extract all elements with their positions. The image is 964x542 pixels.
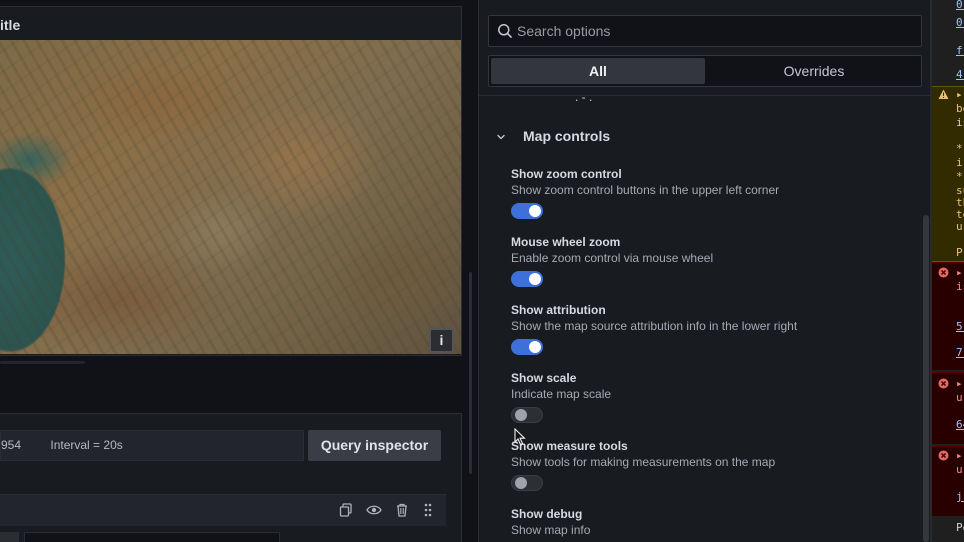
mouse-cursor-icon bbox=[514, 428, 526, 446]
show-zoom-control-toggle[interactable] bbox=[511, 203, 543, 219]
warning-icon bbox=[938, 89, 949, 99]
option-description: Enable zoom control via mouse wheel bbox=[511, 251, 714, 265]
console-expand-arrow[interactable]: ▸ bbox=[956, 377, 963, 390]
panel-title[interactable]: itle bbox=[0, 17, 20, 33]
panel-preview: itle i bbox=[0, 6, 462, 356]
toggle-knob bbox=[515, 477, 527, 489]
console-line: is bbox=[956, 116, 964, 129]
console-source-link[interactable]: 7: bbox=[956, 346, 964, 359]
option-show-zoom-control: Show zoom control Show zoom control butt… bbox=[511, 166, 911, 219]
map-info-button[interactable]: i bbox=[429, 328, 454, 353]
query-inspector-button[interactable]: Query inspector bbox=[308, 430, 441, 461]
eye-icon[interactable] bbox=[366, 503, 382, 519]
console-line: P' bbox=[956, 246, 964, 259]
option-label: Show measure tools bbox=[511, 439, 628, 453]
console-source-link[interactable]: 4: bbox=[956, 68, 964, 81]
option-description: Indicate map scale bbox=[511, 387, 612, 401]
error-icon bbox=[938, 450, 949, 461]
console-line: ir bbox=[956, 156, 964, 169]
toggle-knob bbox=[529, 341, 541, 353]
tab-all[interactable]: All bbox=[491, 58, 705, 84]
console-line: * bbox=[956, 142, 963, 155]
clipped-previous-section: . - . bbox=[575, 96, 593, 104]
console-expand-arrow[interactable]: ▸ bbox=[956, 449, 963, 462]
show-measure-tools-toggle[interactable] bbox=[511, 475, 543, 491]
option-show-scale: Show scale Indicate map scale bbox=[511, 370, 911, 423]
section-title: Map controls bbox=[523, 128, 611, 144]
console-source-link[interactable]: 5( bbox=[956, 320, 964, 333]
query-editor: 954 Interval = 20s Query inspector bbox=[0, 413, 462, 542]
drag-handle-icon[interactable] bbox=[420, 503, 436, 519]
geomap[interactable] bbox=[0, 40, 461, 354]
option-label: Show debug bbox=[511, 507, 583, 521]
search-icon bbox=[497, 23, 513, 39]
options-pane: All Overrides . - . Map controls Show zo… bbox=[478, 0, 930, 542]
option-label: Show zoom control bbox=[511, 167, 622, 181]
console-line: ur bbox=[956, 463, 964, 476]
option-mouse-wheel-zoom: Mouse wheel zoom Enable zoom control via… bbox=[511, 234, 911, 287]
option-label: Mouse wheel zoom bbox=[511, 235, 621, 249]
console-line: ur bbox=[956, 391, 964, 404]
query-option-interval: Interval = 20s bbox=[50, 438, 123, 452]
pane-resize-handle[interactable] bbox=[469, 272, 472, 474]
copy-icon[interactable] bbox=[338, 503, 354, 519]
option-show-debug: Show debug Show map info bbox=[511, 506, 911, 539]
query-row-header bbox=[0, 494, 446, 526]
console-source-link[interactable]: 0: bbox=[956, 0, 964, 11]
console-expand-arrow[interactable]: ▸ bbox=[956, 88, 963, 101]
console-source-link[interactable]: j: bbox=[956, 490, 964, 503]
option-show-attribution: Show attribution Show the map source att… bbox=[511, 302, 911, 355]
option-description: Show zoom control buttons in the upper l… bbox=[511, 183, 780, 197]
mouse-wheel-zoom-toggle[interactable] bbox=[511, 271, 543, 287]
console-line: Pe bbox=[956, 521, 964, 534]
console-line: ur bbox=[956, 220, 964, 233]
query-sub-block bbox=[0, 532, 19, 542]
options-tabs: All Overrides bbox=[488, 55, 922, 87]
error-icon bbox=[938, 378, 949, 389]
chevron-down-icon bbox=[495, 130, 507, 142]
show-attribution-toggle[interactable] bbox=[511, 339, 543, 355]
console-line: * bbox=[956, 170, 963, 183]
option-show-measure-tools: Show measure tools Show tools for making… bbox=[511, 438, 911, 491]
toggle-knob bbox=[529, 205, 541, 217]
option-label: Show attribution bbox=[511, 303, 606, 317]
option-description: Show the map source attribution info in … bbox=[511, 319, 798, 333]
tab-overrides[interactable]: Overrides bbox=[707, 58, 921, 84]
panel-editor-left: itle i 954 Interval = 20s Query inspecto… bbox=[0, 0, 472, 542]
devtools-console: 0: 0: f. 4: ▸ be is * ir * su th te ur P… bbox=[930, 0, 964, 542]
horizontal-scrollbar[interactable] bbox=[0, 361, 85, 364]
error-icon bbox=[938, 267, 949, 278]
query-option-maxdatapoints: 954 bbox=[1, 438, 22, 452]
option-description: Show map info bbox=[511, 523, 591, 537]
console-line: is bbox=[956, 280, 964, 293]
console-source-link[interactable]: f. bbox=[956, 44, 964, 57]
trash-icon[interactable] bbox=[394, 503, 410, 519]
toggle-knob bbox=[515, 409, 527, 421]
option-label: Show scale bbox=[511, 371, 577, 385]
console-expand-arrow[interactable]: ▸ bbox=[956, 266, 963, 279]
option-description: Show tools for making measurements on th… bbox=[511, 455, 776, 469]
search-box[interactable] bbox=[488, 15, 922, 47]
options-scrollbar[interactable] bbox=[923, 215, 929, 542]
console-line: be bbox=[956, 102, 964, 115]
console-source-link[interactable]: 64 bbox=[956, 418, 964, 431]
query-sub-field[interactable] bbox=[24, 532, 280, 542]
show-scale-toggle[interactable] bbox=[511, 407, 543, 423]
search-input[interactable] bbox=[517, 16, 907, 46]
divider bbox=[479, 95, 930, 96]
query-options[interactable]: 954 Interval = 20s bbox=[0, 430, 304, 461]
toggle-knob bbox=[529, 273, 541, 285]
console-source-link[interactable]: 0: bbox=[956, 16, 964, 29]
